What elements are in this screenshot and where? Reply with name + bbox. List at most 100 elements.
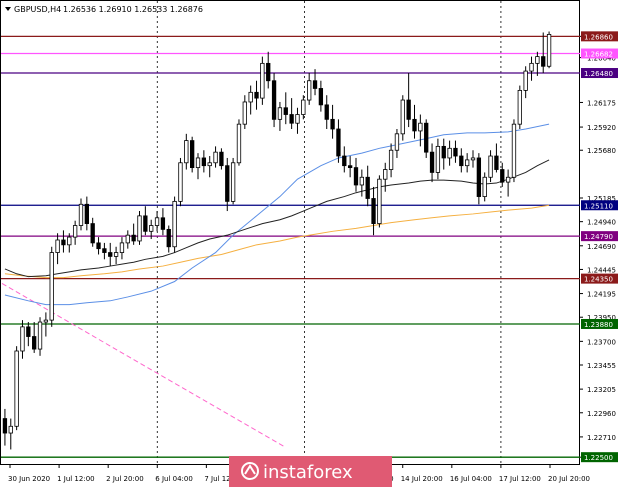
candle-body bbox=[14, 350, 19, 427]
y-tick-label: 1.24940 bbox=[587, 219, 616, 227]
y-tick-label: 1.24195 bbox=[587, 291, 616, 299]
candle-body bbox=[248, 91, 253, 103]
candle-body bbox=[49, 252, 54, 321]
candle-body bbox=[505, 176, 511, 183]
level-price-label: 1.25110 bbox=[584, 202, 613, 210]
candle-body bbox=[500, 169, 505, 183]
candle-body bbox=[412, 118, 417, 132]
chart-header: GBPUSD,H4 1.26536 1.26910 1.26533 1.2687… bbox=[5, 5, 203, 14]
candle-body bbox=[383, 169, 388, 180]
level-price-label: 1.24350 bbox=[584, 276, 613, 284]
y-tick-label: 1.24690 bbox=[587, 243, 616, 251]
candle-body bbox=[535, 56, 540, 64]
candle-body bbox=[441, 145, 446, 159]
candle-body bbox=[394, 133, 400, 151]
x-tick-label: 14 Jul 20:00 bbox=[401, 475, 443, 483]
candle-body bbox=[429, 151, 435, 173]
candle-body bbox=[377, 178, 382, 224]
candle-body bbox=[137, 215, 142, 242]
instaforex-watermark: instaforex bbox=[229, 456, 392, 487]
candle-body bbox=[2, 418, 8, 434]
candle-body bbox=[365, 176, 370, 199]
candle-body bbox=[511, 123, 517, 178]
candle-body bbox=[207, 162, 212, 167]
candle-body bbox=[61, 239, 66, 246]
y-tick-label: 1.24445 bbox=[587, 266, 616, 274]
candle-body bbox=[119, 242, 125, 253]
candle-body bbox=[201, 157, 207, 167]
y-tick-label: 1.23700 bbox=[587, 338, 616, 346]
candle-body bbox=[388, 149, 394, 170]
candle-body bbox=[347, 165, 353, 169]
level-price-label: 1.24790 bbox=[584, 233, 613, 241]
candle-body bbox=[453, 147, 458, 157]
x-tick-label: 17 Jul 12:00 bbox=[499, 475, 541, 483]
candle-body bbox=[26, 326, 31, 337]
candle-body bbox=[236, 123, 242, 164]
candle-body bbox=[55, 239, 60, 253]
candle-body bbox=[465, 159, 470, 167]
candle-body bbox=[359, 176, 364, 186]
y-tick-label: 1.23205 bbox=[587, 386, 616, 394]
candle-body bbox=[295, 114, 300, 124]
x-tick-label: 6 Jul 04:00 bbox=[155, 475, 193, 483]
y-tick-label: 1.25680 bbox=[587, 147, 616, 155]
x-tick-label: 2 Jul 20:00 bbox=[106, 475, 144, 483]
candlestick-chart: GBPUSD,H4 1.26536 1.26910 1.26533 1.2687… bbox=[0, 0, 620, 487]
candle-body bbox=[529, 62, 534, 72]
candle-body bbox=[400, 99, 405, 135]
candle-body bbox=[260, 62, 265, 99]
candle-body bbox=[108, 252, 113, 257]
candle-body bbox=[324, 104, 329, 120]
candle-body bbox=[459, 155, 464, 167]
level-price-label: 1.26480 bbox=[584, 70, 613, 78]
candle-body bbox=[143, 215, 148, 232]
candle-body bbox=[230, 162, 236, 202]
candle-body bbox=[342, 155, 347, 167]
ohlc-readout: 1.26536 1.26910 1.26533 1.26876 bbox=[63, 5, 203, 14]
chart-root: GBPUSD,H4 1.26536 1.26910 1.26533 1.2687… bbox=[0, 0, 620, 487]
candle-body bbox=[470, 157, 476, 161]
candle-body bbox=[20, 326, 25, 352]
candle-body bbox=[78, 203, 84, 226]
candle-body bbox=[219, 151, 224, 167]
candle-body bbox=[32, 336, 37, 350]
level-price-label: 1.22500 bbox=[584, 454, 613, 462]
candle-body bbox=[476, 157, 482, 197]
candle-body bbox=[482, 176, 487, 197]
candle-body bbox=[435, 145, 441, 173]
x-tick-label: 30 Jun 2020 bbox=[8, 475, 50, 483]
candle-body bbox=[178, 162, 183, 202]
candle-body bbox=[517, 89, 522, 125]
x-tick-label: 1 Jul 12:00 bbox=[57, 475, 95, 483]
candle-body bbox=[154, 217, 160, 226]
y-tick-label: 1.26175 bbox=[587, 99, 616, 107]
candle-body bbox=[149, 225, 154, 232]
candle-body bbox=[289, 114, 294, 124]
candle-body bbox=[371, 198, 376, 224]
candle-body bbox=[266, 62, 271, 82]
candle-body bbox=[8, 425, 13, 434]
candle-body bbox=[213, 151, 218, 164]
y-tick-label: 1.22960 bbox=[587, 410, 616, 418]
candle-body bbox=[195, 157, 201, 169]
candle-body bbox=[301, 99, 306, 115]
candle-body bbox=[184, 140, 189, 164]
x-tick-label: 16 Jul 04:00 bbox=[450, 475, 492, 483]
candle-body bbox=[166, 228, 171, 248]
candle-body bbox=[283, 107, 288, 115]
y-tick-label: 1.25920 bbox=[587, 124, 616, 132]
candle-body bbox=[67, 236, 72, 246]
candle-body bbox=[190, 140, 195, 169]
candle-body bbox=[494, 155, 499, 170]
candle-body bbox=[131, 234, 136, 242]
level-price-label: 1.23880 bbox=[584, 321, 613, 329]
candle-body bbox=[113, 252, 119, 257]
candle-body bbox=[125, 234, 130, 244]
y-tick-label: 1.23455 bbox=[587, 362, 616, 370]
candle-body bbox=[84, 203, 89, 224]
level-price-label: 1.26860 bbox=[584, 33, 613, 41]
candle-body bbox=[336, 128, 341, 157]
candle-body bbox=[96, 242, 101, 250]
level-price-label: 1.26682 bbox=[584, 51, 613, 59]
